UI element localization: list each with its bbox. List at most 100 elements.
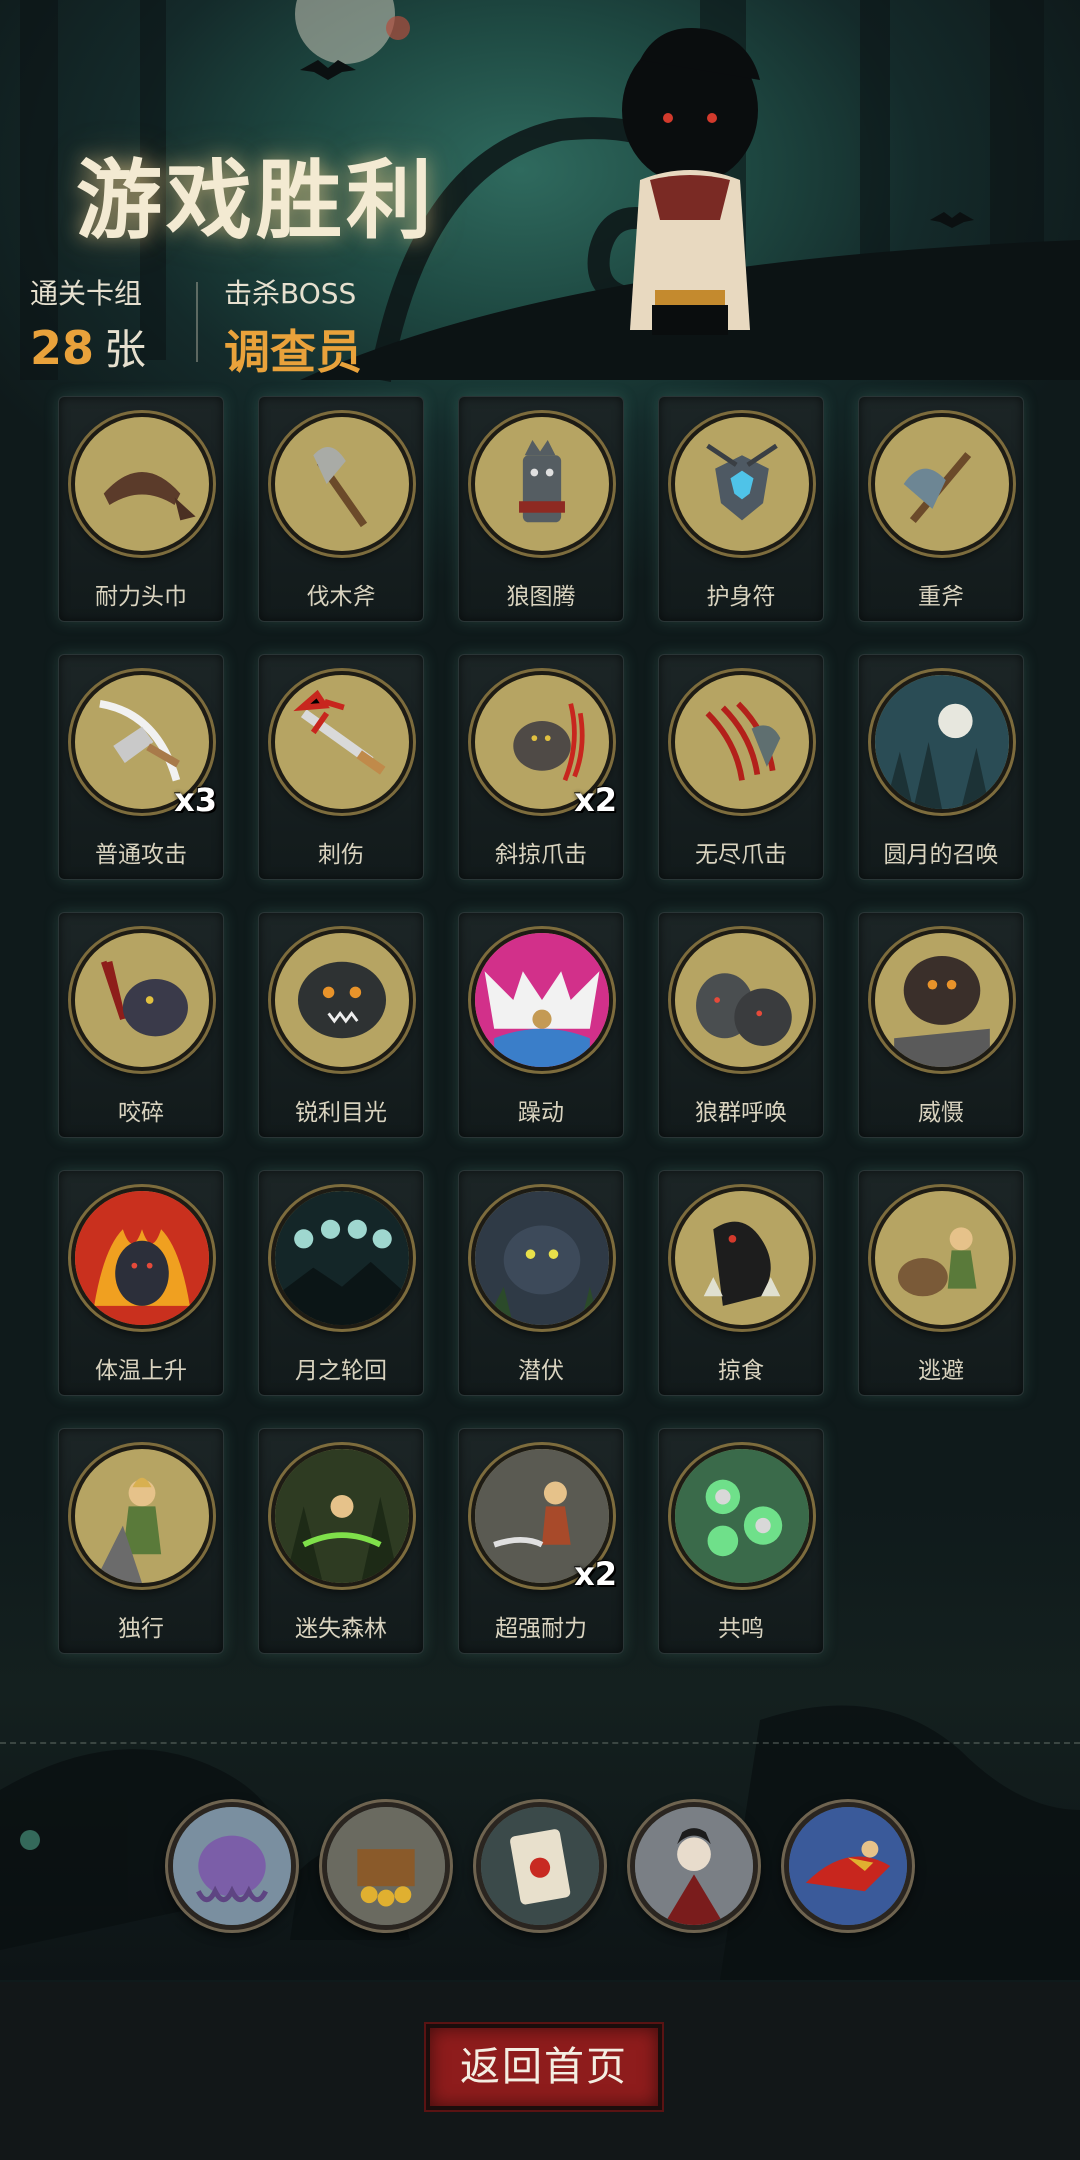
cleared-deck-label: 通关卡组 [30, 277, 143, 310]
card-name: 圆月的召唤 [883, 842, 999, 868]
deck-card[interactable]: 无尽爪击 [658, 654, 824, 880]
card-name: 刺伤 [318, 842, 364, 868]
deck-card[interactable]: 咬碎 [58, 912, 224, 1138]
tentacle-creature-icon-art [173, 1807, 291, 1925]
card-count-badge: x2 [574, 1555, 617, 1593]
deck-card[interactable]: 月之轮回 [258, 1170, 424, 1396]
card-name: 重斧 [918, 584, 964, 610]
card-count-badge: x2 [574, 781, 617, 819]
card-name: 迷失森林 [295, 1616, 387, 1642]
full-moon-icon [871, 671, 1013, 813]
predator-icon-art [703, 1221, 781, 1306]
playing-card-icon[interactable] [476, 1802, 604, 1930]
deck-card[interactable]: 伐木斧 [258, 396, 424, 622]
boss-killed-stat: 击杀BOSS 调查员 [224, 272, 362, 382]
deck-card[interactable]: 逃避 [858, 1170, 1024, 1396]
endless-claw-icon [671, 671, 813, 813]
lost-forest-icon [271, 1445, 413, 1587]
playing-card-icon-art [481, 1807, 599, 1925]
deck-card[interactable]: 耐力头巾 [58, 396, 224, 622]
lone-walker-icon-art [94, 1477, 162, 1583]
deck-card[interactable]: x3 普通攻击 [58, 654, 224, 880]
amulet-icon [671, 413, 813, 555]
cleared-deck-unit: 张 [104, 325, 147, 374]
deck-card[interactable]: 迷失森林 [258, 1428, 424, 1654]
sharp-gaze-icon [271, 929, 413, 1071]
flame-wolf-icon-art [75, 1191, 209, 1325]
deck-card[interactable]: 锐利目光 [258, 912, 424, 1138]
deck-card[interactable]: 护身符 [658, 396, 824, 622]
heavy-axe-icon-art [903, 452, 972, 524]
intimidate-icon [871, 929, 1013, 1071]
tentacle-creature-icon[interactable] [168, 1802, 296, 1930]
card-name: 潜伏 [518, 1358, 564, 1384]
deck-card[interactable]: x2 超强耐力 [458, 1428, 624, 1654]
deck-card[interactable]: 重斧 [858, 396, 1024, 622]
escape-icon [871, 1187, 1013, 1329]
return-home-button[interactable]: 返回首页 [426, 2024, 662, 2110]
card-name: 掠食 [718, 1358, 764, 1384]
deck-card[interactable]: 潜伏 [458, 1170, 624, 1396]
wolf-totem-icon-art [519, 439, 565, 523]
boss-killed-value: 调查员 [224, 325, 362, 379]
cleared-deck-stat: 通关卡组 28 张 [30, 272, 146, 377]
victory-header: 游戏胜利 通关卡组 28 张 击杀BOSS 调查员 [0, 0, 1080, 380]
intimidate-icon-art [894, 955, 990, 1067]
bandana-icon [71, 413, 213, 555]
card-name: 耐力头巾 [95, 584, 187, 610]
axe-icon-art [313, 446, 368, 528]
predator-icon [671, 1187, 813, 1329]
treasure-chest-icon[interactable] [322, 1802, 450, 1930]
bandana-icon-art [103, 472, 196, 521]
vampire-icon[interactable] [630, 1802, 758, 1930]
stab-icon-art [293, 689, 386, 775]
deck-card[interactable]: x2 斜掠爪击 [458, 654, 624, 880]
resonance-icon [671, 1445, 813, 1587]
card-name: 逃避 [918, 1358, 964, 1384]
card-name: 普通攻击 [95, 842, 187, 868]
card-name: 护身符 [706, 584, 776, 610]
deck-card[interactable]: 威慑 [858, 912, 1024, 1138]
escape-icon-art [897, 1227, 977, 1297]
card-name: 狼群呼唤 [695, 1100, 787, 1126]
axe-icon [271, 413, 413, 555]
deck-card[interactable]: 掠食 [658, 1170, 824, 1396]
deck-card[interactable]: 狼图腾 [458, 396, 624, 622]
wolf-pack-icon [671, 929, 813, 1071]
bite-icon [71, 929, 213, 1071]
wolf-pack-icon-art [696, 973, 792, 1046]
card-name: 超强耐力 [495, 1616, 587, 1642]
victory-title: 游戏胜利 [76, 151, 436, 251]
stat-divider [196, 282, 198, 362]
footer-bar: 返回首页 [0, 1982, 1080, 2160]
deck-card[interactable]: 圆月的召唤 [858, 654, 1024, 880]
deck-card[interactable]: 躁动 [458, 912, 624, 1138]
flying-hero-icon[interactable] [784, 1802, 912, 1930]
heavy-axe-icon [871, 413, 1013, 555]
moon-phases-icon [271, 1187, 413, 1329]
lost-forest-icon-art [275, 1449, 409, 1583]
card-name: 狼图腾 [506, 584, 576, 610]
deck-card[interactable]: 狼群呼唤 [658, 912, 824, 1138]
resonance-icon-art [675, 1449, 809, 1583]
flying-hero-icon-art [789, 1807, 907, 1925]
lurk-icon-art [475, 1191, 609, 1325]
full-moon-icon-art [875, 675, 1009, 809]
lone-walker-icon [71, 1445, 213, 1587]
cleared-deck-value: 28 张 [30, 316, 146, 377]
card-name: 伐木斧 [306, 584, 376, 610]
card-name: 斜掠爪击 [495, 842, 587, 868]
frenzy-icon [471, 929, 613, 1071]
bite-icon-art [100, 960, 188, 1037]
card-name: 咬碎 [118, 1100, 164, 1126]
wolf-totem-icon [471, 413, 613, 555]
deck-card[interactable]: 共鸣 [658, 1428, 824, 1654]
moon-phases-icon-art [275, 1191, 409, 1325]
deck-card[interactable]: 体温上升 [58, 1170, 224, 1396]
deck-card[interactable]: 刺伤 [258, 654, 424, 880]
amulet-icon-art [706, 443, 778, 521]
deck-card[interactable]: 独行 [58, 1428, 224, 1654]
lurk-icon [471, 1187, 613, 1329]
deck-card-grid: 耐力头巾 伐木斧 狼图腾 护身符 重斧 x3 普通攻击 刺伤 x2 斜掠爪击 无尽爪击 圆月的召唤咬碎… [58, 396, 1024, 1654]
card-name: 月之轮回 [295, 1358, 387, 1384]
